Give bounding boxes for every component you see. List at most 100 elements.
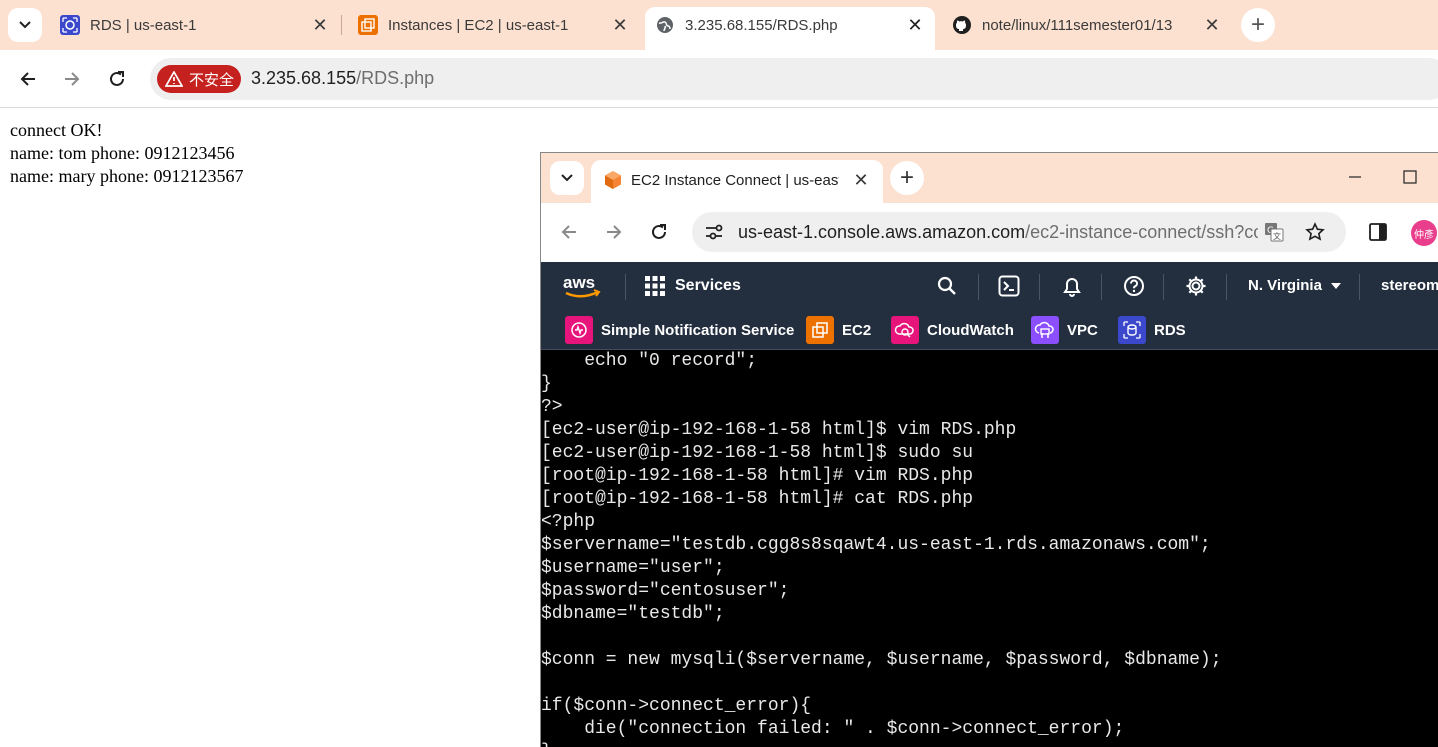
tab-strip: RDS | us-east-1 ✕ Instances | EC2 | us-e…	[0, 0, 1438, 50]
terminal[interactable]: echo "0 record"; } ?> [ec2-user@ip-192-1…	[541, 350, 1438, 747]
url-path: /ec2-instance-connect/ssh?connType=stand…	[1025, 222, 1258, 242]
translate-icon[interactable]: G文	[1264, 222, 1284, 242]
side-panel-icon[interactable]	[1369, 223, 1387, 241]
favorite-sns[interactable]: Simple Notification Service	[565, 316, 794, 344]
tab-ec2-instances[interactable]: Instances | EC2 | us-east-1 ✕	[306, 7, 636, 43]
arrow-right-icon	[65, 72, 80, 86]
plus-icon: +	[899, 164, 914, 191]
favorite-label: RDS	[1154, 321, 1186, 339]
star-icon[interactable]	[1305, 222, 1325, 242]
terminal-line: ?>	[541, 397, 563, 417]
terminal-line: [root@ip-192-168-1-58 html]# vim RDS.php	[541, 466, 974, 486]
terminal-line: }	[541, 374, 552, 394]
reload-icon	[652, 224, 666, 239]
warning-icon	[165, 71, 183, 87]
terminal-line: $dbname="testdb";	[541, 604, 725, 624]
not-secure-chip[interactable]: 不安全	[157, 65, 241, 93]
maximize-button[interactable]	[1396, 165, 1424, 189]
chevron-down-icon	[561, 174, 573, 182]
reload-icon	[110, 71, 124, 86]
tab-rds-php[interactable]: 3.235.68.155/RDS.php ✕	[645, 7, 935, 50]
aws-cube-icon	[605, 171, 621, 189]
terminal-line: die("connection failed: " . $conn->conne…	[541, 719, 1125, 739]
reload-button[interactable]	[100, 62, 134, 96]
vpc-icon	[1031, 316, 1059, 344]
terminal-line: $password="centosuser";	[541, 581, 790, 601]
favorite-cloudwatch[interactable]: CloudWatch	[891, 316, 1014, 344]
terminal-line: }	[541, 741, 1438, 747]
nav-divider	[1359, 274, 1360, 300]
tab-label: note/linux/111semester01/13	[982, 17, 1173, 34]
close-icon[interactable]: ✕	[851, 170, 871, 190]
forward-button[interactable]	[597, 215, 631, 249]
favorite-label: CloudWatch	[927, 321, 1014, 339]
nav-divider	[625, 274, 626, 300]
nav-divider	[978, 274, 979, 300]
grid-icon	[645, 276, 665, 296]
forward-button[interactable]	[55, 62, 89, 96]
arrow-right-icon	[607, 225, 622, 239]
help-button[interactable]	[1122, 274, 1146, 298]
address-bar[interactable]: 不安全 3.235.68.155/RDS.php	[150, 58, 1438, 100]
avatar[interactable]: 仲彥	[1411, 220, 1437, 246]
terminal-line: if($conn->connect_error){	[541, 696, 812, 716]
caret-down-icon	[1330, 282, 1341, 289]
search-button[interactable]	[935, 274, 959, 298]
ec2-icon	[358, 15, 378, 35]
nav-divider	[1039, 274, 1040, 300]
tab-github-note[interactable]: note/linux/111semester01/13 ✕	[940, 7, 1235, 43]
favorite-label: VPC	[1067, 321, 1098, 339]
back-button[interactable]	[11, 62, 45, 96]
favorite-vpc[interactable]: VPC	[1031, 316, 1098, 344]
tab-ec2-instance-connect[interactable]: EC2 Instance Connect | us-east-1 ✕	[591, 160, 883, 203]
close-icon[interactable]: ✕	[610, 15, 630, 35]
arrow-left-icon	[561, 225, 576, 239]
terminal-line: [ec2-user@ip-192-168-1-58 html]$ vim RDS…	[541, 420, 1017, 440]
ec2-instance-connect-window: EC2 Instance Connect | us-east-1 ✕ + us-…	[540, 152, 1438, 747]
cloudshell-button[interactable]	[997, 274, 1021, 298]
svg-text:文: 文	[1273, 231, 1281, 241]
tab-label: Instances | EC2 | us-east-1	[388, 16, 569, 34]
terminal-line: [ec2-user@ip-192-168-1-58 html]$ sudo su	[541, 443, 974, 463]
address-bar[interactable]: us-east-1.console.aws.amazon.com/ec2-ins…	[692, 212, 1346, 252]
arrow-left-icon	[20, 72, 35, 86]
new-tab-button[interactable]: +	[890, 161, 924, 195]
notifications-button[interactable]	[1060, 274, 1084, 298]
minimize-button[interactable]	[1341, 165, 1369, 189]
page-line: name: tom phone: 0912123456	[10, 143, 235, 163]
nav-divider	[1163, 274, 1164, 300]
tab-rds[interactable]: RDS | us-east-1 ✕	[8, 7, 338, 43]
terminal-line: $conn = new mysqli($servername, $usernam…	[541, 650, 1222, 670]
search-icon	[937, 276, 956, 295]
url-text: 3.235.68.155/RDS.php	[251, 68, 434, 89]
url-path: /RDS.php	[356, 68, 435, 88]
bell-icon	[1063, 278, 1081, 297]
rds-icon	[1118, 316, 1146, 344]
settings-button[interactable]	[1184, 274, 1208, 298]
close-icon[interactable]: ✕	[905, 15, 925, 35]
new-tab-button[interactable]: +	[1241, 8, 1275, 42]
region-label: N. Virginia	[1248, 277, 1322, 294]
cloudshell-icon	[998, 275, 1020, 297]
browser-toolbar: 不安全 3.235.68.155/RDS.php	[0, 50, 1438, 108]
url-host: us-east-1.console.aws.amazon.com	[738, 222, 1026, 242]
terminal-line: [root@ip-192-168-1-58 html]# cat RDS.php	[541, 489, 974, 509]
maximize-icon	[1403, 170, 1417, 184]
favorite-ec2[interactable]: EC2	[806, 316, 871, 344]
favorite-rds[interactable]: RDS	[1118, 316, 1186, 344]
github-icon	[953, 16, 971, 34]
close-icon[interactable]: ✕	[1202, 15, 1222, 35]
tab-search-button[interactable]	[550, 161, 584, 195]
site-settings-icon[interactable]	[704, 223, 724, 241]
tab-label: EC2 Instance Connect | us-east-1	[631, 172, 839, 189]
reload-button[interactable]	[642, 215, 676, 249]
region-selector[interactable]: N. Virginia	[1248, 277, 1342, 294]
aws-logo[interactable]: aws	[561, 271, 605, 301]
account-menu[interactable]: stereom	[1381, 277, 1438, 294]
services-menu[interactable]: Services	[645, 276, 741, 296]
ec2-icon	[806, 316, 834, 344]
aws-favorites-bar: Simple Notification Service EC2 CloudWat…	[541, 310, 1438, 350]
back-button[interactable]	[552, 215, 586, 249]
popup-tab-strip: EC2 Instance Connect | us-east-1 ✕ +	[541, 153, 1438, 203]
